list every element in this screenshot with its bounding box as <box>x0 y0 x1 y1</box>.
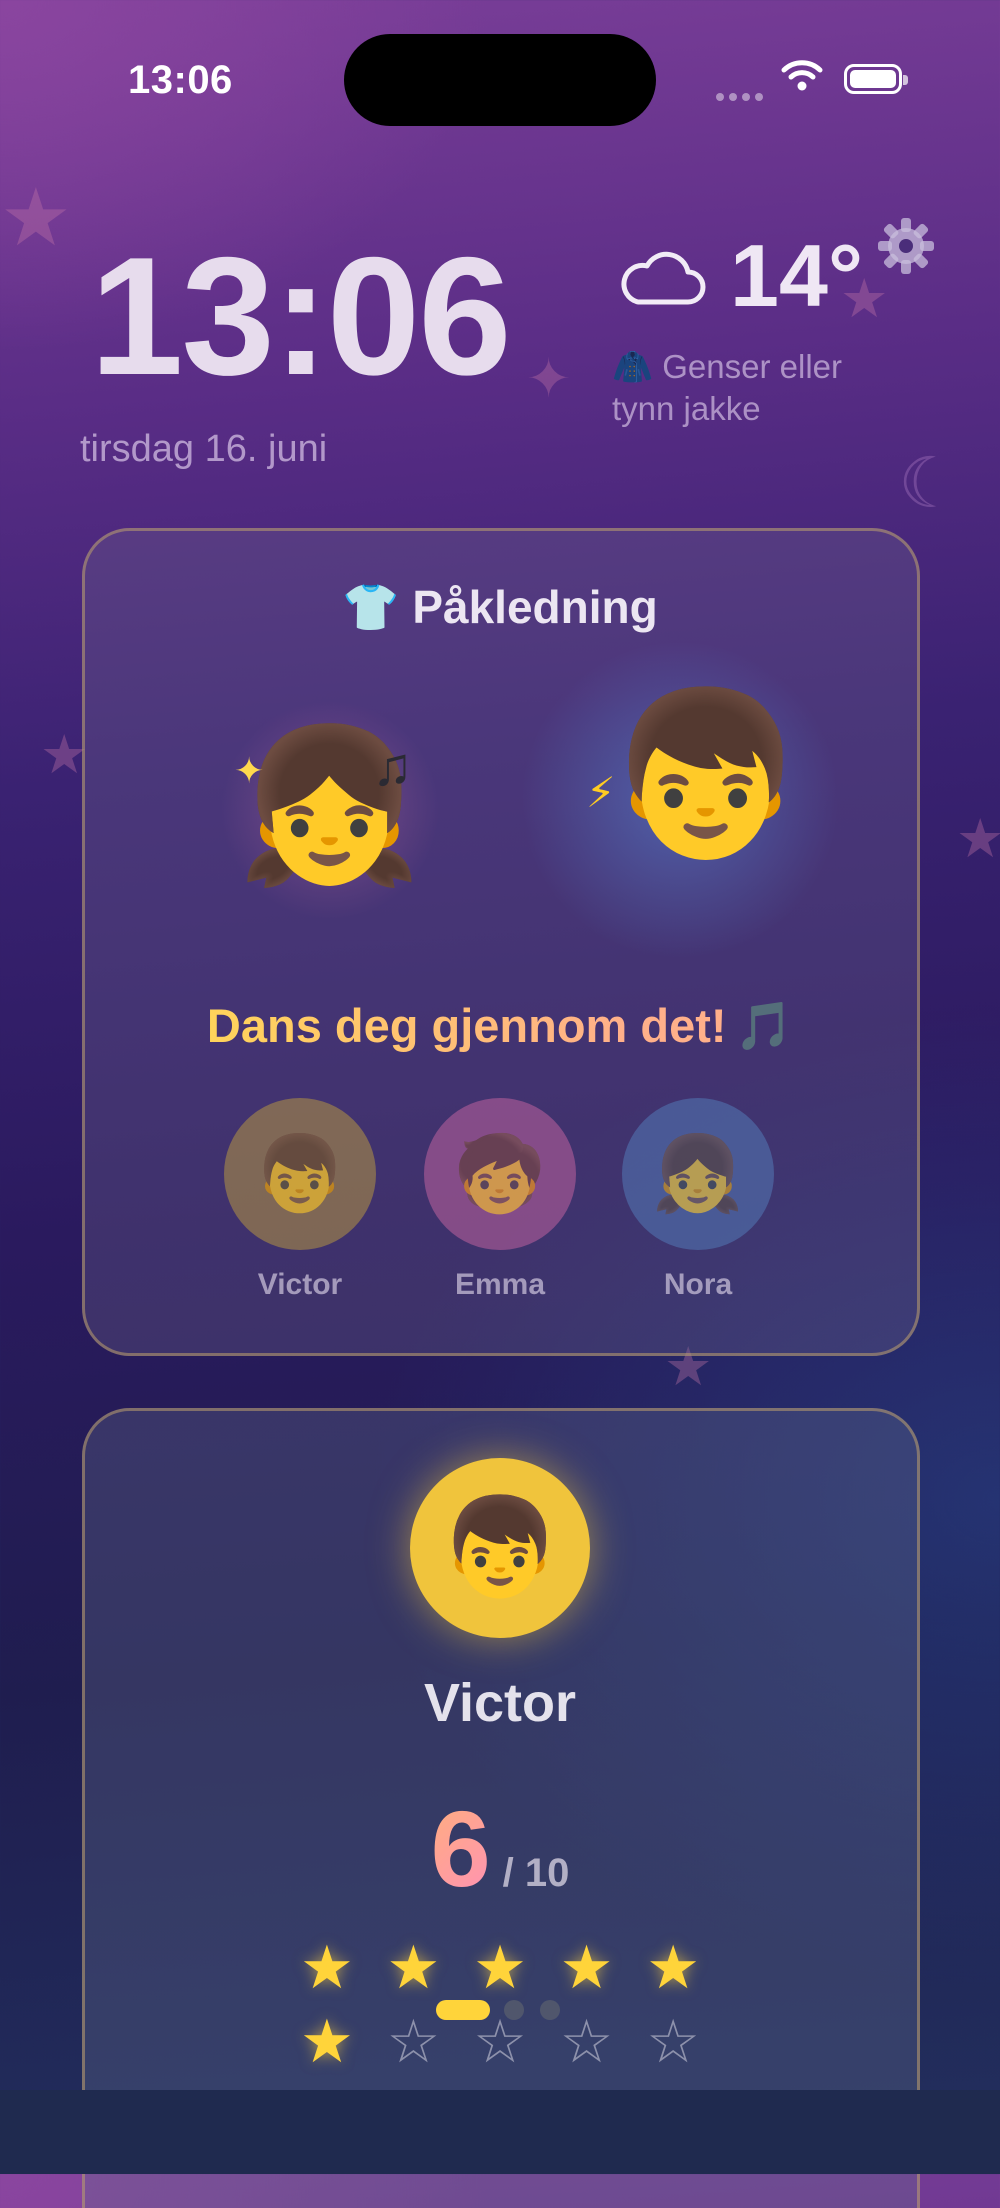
clothing-suggestion: 🧥 Genser eller tynn jakke <box>612 346 902 430</box>
cellular-signal-icon <box>716 88 768 106</box>
lightning-icon: ⚡ <box>586 769 616 816</box>
star-empty-icon: ☆ <box>386 2008 441 2075</box>
star-empty-icon: ☆ <box>473 2008 527 2075</box>
kid-avatar: 🧒 <box>453 1131 547 1215</box>
outfit-card-title: 👕 Påkledning <box>0 580 1000 635</box>
star-filled-icon: ★ <box>473 1934 527 2001</box>
outfit-card-title-text: Påkledning <box>412 581 658 633</box>
profile-avatar[interactable]: 👦 <box>410 1458 590 1638</box>
profile-name: Victor <box>423 1673 577 1733</box>
status-bar-time: 13:06 <box>128 58 233 102</box>
kid-selector-victor[interactable]: 👦 Victor <box>224 1098 376 1302</box>
page-indicator-dot[interactable] <box>540 2000 560 2020</box>
kid-name: Nora <box>663 1268 733 1301</box>
kid-avatar: 👦 <box>253 1131 347 1215</box>
battery-icon <box>844 64 908 94</box>
star-rating-row: ★ ☆ ☆ ☆ ☆ <box>300 2012 700 2072</box>
decorative-star-icon: ★ <box>0 173 72 262</box>
shirt-icon: 👕 <box>342 581 400 633</box>
page-indicator-dot[interactable] <box>504 2000 524 2020</box>
star-filled-icon: ★ <box>300 2008 354 2075</box>
wifi-icon <box>780 58 824 97</box>
score-display: 6/ 10 <box>0 1786 1000 1911</box>
dynamic-island <box>344 34 656 126</box>
music-note-icon: ♫ <box>372 737 413 797</box>
decorative-sparkle-icon: ✦ <box>526 349 572 409</box>
star-filled-icon: ★ <box>646 1934 700 2001</box>
temperature-label: 14° <box>730 226 864 325</box>
music-note-icon: 🎵 <box>734 999 794 1052</box>
star-empty-icon: ☆ <box>646 2008 700 2075</box>
coat-icon: 🧥 <box>612 348 654 385</box>
bottom-band <box>0 2090 1000 2174</box>
star-filled-icon: ★ <box>559 1934 614 2001</box>
kid-name: Victor <box>257 1268 343 1301</box>
lock-screen-clock: 13:06 <box>90 222 512 410</box>
sparkle-icon: ✦ <box>234 750 265 791</box>
gear-icon[interactable] <box>874 214 938 283</box>
decorative-moon-icon: ☾ <box>898 444 961 522</box>
kid-name: Emma <box>454 1268 546 1301</box>
cloud-icon <box>620 248 706 313</box>
page-indicator[interactable] <box>436 2000 576 2020</box>
kid-avatar: 👧 <box>651 1131 745 1215</box>
slogan-text: Dans deg gjennom det! <box>206 999 727 1052</box>
motivation-slogan: Dans deg gjennom det! 🎵 <box>0 998 1000 1054</box>
score-value: 6 <box>430 1788 491 1909</box>
star-empty-icon: ☆ <box>559 2008 614 2075</box>
score-max: / 10 <box>502 1851 570 1895</box>
page-indicator-current[interactable] <box>436 2000 490 2020</box>
star-rating-row: ★ ★ ★ ★ ★ <box>300 1938 700 1998</box>
kid-selector-emma[interactable]: 🧒 Emma <box>424 1098 576 1302</box>
decorative-star-icon: ★ <box>956 809 1000 869</box>
star-filled-icon: ★ <box>386 1934 441 2001</box>
boy-character: 👦 <box>606 684 806 863</box>
kid-selector-nora[interactable]: 👧 Nora <box>622 1098 774 1302</box>
date-label: tirsdag 16. juni <box>80 428 328 470</box>
star-filled-icon: ★ <box>300 1934 354 2001</box>
